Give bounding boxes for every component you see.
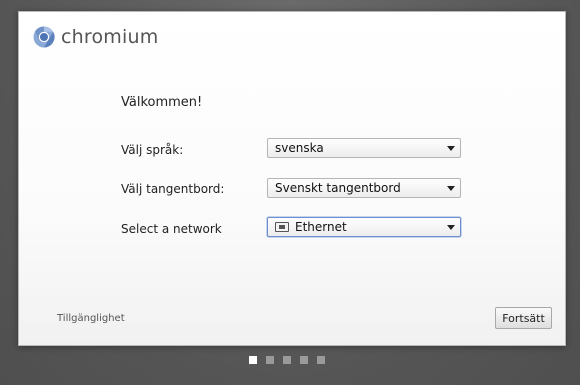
- keyboard-select[interactable]: Svenskt tangentbord: [267, 178, 461, 198]
- step-dot-1: [249, 356, 257, 364]
- network-label: Select a network: [121, 222, 222, 236]
- network-select[interactable]: Ethernet: [267, 217, 461, 237]
- chromium-logo-icon: [33, 26, 55, 48]
- setup-card: chromium Välkommen! Välj språk: svenska …: [18, 11, 566, 346]
- oobe-screen: chromium Välkommen! Välj språk: svenska …: [0, 0, 580, 385]
- welcome-heading: Välkommen!: [121, 95, 203, 110]
- brand-name: chromium: [61, 26, 159, 48]
- step-dot-5: [317, 356, 325, 364]
- chevron-down-icon: [447, 186, 455, 191]
- step-dot-4: [300, 356, 308, 364]
- step-indicator: [249, 356, 325, 364]
- continue-button[interactable]: Fortsätt: [495, 307, 552, 329]
- step-dot-3: [283, 356, 291, 364]
- chevron-down-icon: [447, 225, 455, 230]
- step-dot-2: [266, 356, 274, 364]
- keyboard-label: Välj tangentbord:: [121, 182, 225, 196]
- keyboard-select-value: Svenskt tangentbord: [275, 181, 401, 195]
- ethernet-icon: [275, 222, 289, 232]
- chromium-logo: chromium: [33, 25, 158, 49]
- language-label: Välj språk:: [121, 143, 184, 157]
- network-select-value: Ethernet: [295, 220, 347, 234]
- language-select-value: svenska: [275, 141, 324, 155]
- chevron-down-icon: [447, 146, 455, 151]
- language-select[interactable]: svenska: [267, 138, 461, 158]
- accessibility-link[interactable]: Tillgänglighet: [57, 313, 125, 324]
